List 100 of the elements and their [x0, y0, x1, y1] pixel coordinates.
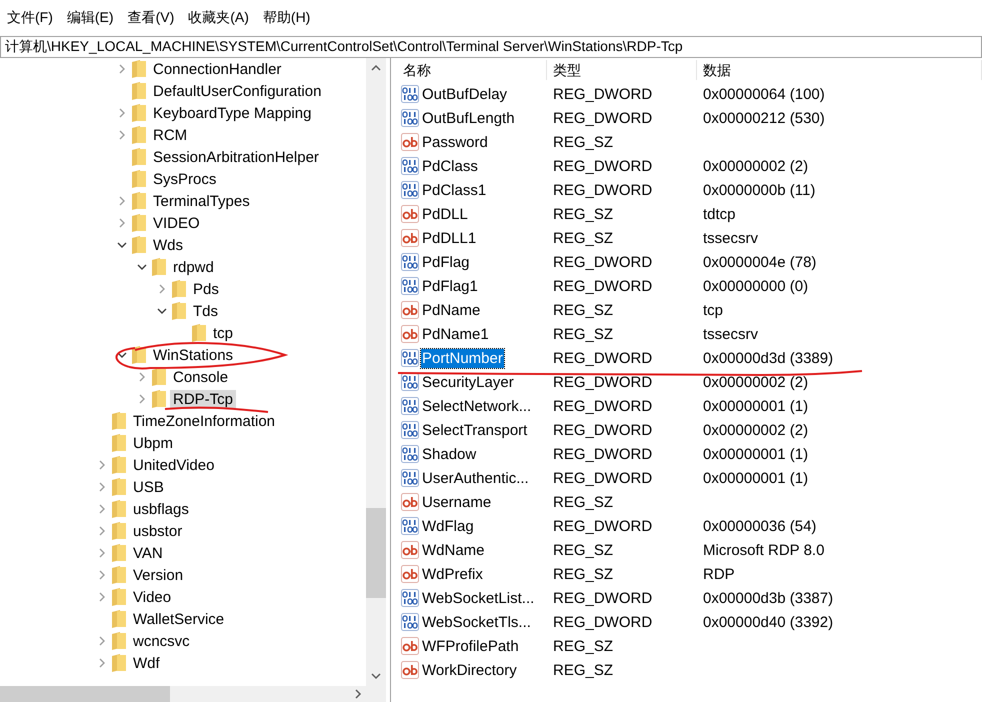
chevron-down-icon[interactable]: [117, 240, 127, 250]
folder-icon: [112, 632, 126, 650]
tree-item[interactable]: Console: [170, 368, 232, 386]
scroll-up-icon[interactable]: [371, 64, 381, 72]
tree-item[interactable]: Wdf: [130, 654, 163, 672]
vertical-scrollbar[interactable]: [366, 58, 386, 686]
tree-item[interactable]: DefaultUserConfiguration: [150, 82, 324, 100]
value-data: 0x0000000b (11): [702, 182, 816, 198]
tree-item[interactable]: USB: [130, 478, 167, 496]
chevron-down-icon[interactable]: [157, 306, 167, 316]
value-name[interactable]: PdFlag1: [421, 276, 479, 296]
tree-item[interactable]: WalletService: [130, 610, 228, 628]
value-name[interactable]: Password: [421, 132, 489, 152]
column-header[interactable]: 数据: [697, 60, 982, 80]
value-data: tssecsrv: [702, 326, 760, 342]
tree-item[interactable]: Tds: [190, 302, 222, 320]
address-field[interactable]: 计算机\HKEY_LOCAL_MACHINE\SYSTEM\CurrentControlSet\Control\Terminal Server\WinStations\RDP-Tcp: [0, 36, 982, 58]
chevron-right-icon[interactable]: [97, 658, 107, 668]
value-name[interactable]: PdDLL1: [421, 228, 478, 248]
value-name[interactable]: Username: [421, 492, 492, 512]
value-name[interactable]: PdFlag: [421, 252, 471, 272]
chevron-right-icon[interactable]: [97, 526, 107, 536]
folder-icon: [132, 192, 146, 210]
tree-item[interactable]: Pds: [190, 280, 222, 298]
tree-item[interactable]: KeyboardType Mapping: [150, 104, 314, 122]
folder-icon: [132, 346, 146, 364]
tree-item[interactable]: Version: [130, 566, 186, 584]
scrollbar-thumb[interactable]: [366, 508, 386, 598]
tree-item[interactable]: SysProcs: [150, 170, 220, 188]
value-name[interactable]: OutBufDelay: [421, 84, 508, 104]
chevron-down-icon[interactable]: [117, 350, 127, 360]
tree-item[interactable]: tcp: [210, 324, 236, 342]
chevron-right-icon[interactable]: [97, 570, 107, 580]
chevron-right-icon[interactable]: [97, 636, 107, 646]
tree-item[interactable]: TimeZoneInformation: [130, 412, 278, 430]
value-name[interactable]: WebSocketTls...: [421, 612, 532, 632]
scroll-right-icon[interactable]: [354, 689, 362, 699]
tree-item[interactable]: VIDEO: [150, 214, 203, 232]
value-name[interactable]: SelectNetwork...: [421, 396, 532, 416]
menu-item[interactable]: 查看(V): [128, 7, 174, 29]
tree-item[interactable]: usbstor: [130, 522, 186, 540]
chevron-right-icon[interactable]: [117, 196, 127, 206]
chevron-right-icon[interactable]: [117, 64, 127, 74]
tree-item[interactable]: usbflags: [130, 500, 192, 518]
value-name[interactable]: PdName1: [421, 324, 490, 344]
folder-icon: [112, 412, 126, 430]
value-name[interactable]: WebSocketList...: [421, 588, 536, 608]
tree-item[interactable]: ConnectionHandler: [150, 60, 284, 78]
chevron-right-icon[interactable]: [137, 372, 147, 382]
value-name[interactable]: PdClass: [421, 156, 479, 176]
scroll-down-icon[interactable]: [371, 672, 381, 680]
value-name[interactable]: PdName: [421, 300, 482, 320]
value-name[interactable]: WdFlag: [421, 516, 475, 536]
value-type: REG_SZ: [552, 542, 614, 558]
horizontal-scrollbar[interactable]: [0, 686, 386, 702]
value-name[interactable]: OutBufLength: [421, 108, 516, 128]
chevron-right-icon[interactable]: [117, 130, 127, 140]
value-type: REG_SZ: [552, 638, 614, 654]
chevron-down-icon[interactable]: [137, 262, 147, 272]
menu-item[interactable]: 收藏夹(A): [188, 7, 249, 29]
menu-item[interactable]: 文件(F): [7, 7, 53, 29]
tree-item[interactable]: wcncsvc: [130, 632, 193, 650]
tree-item[interactable]: TerminalTypes: [150, 192, 253, 210]
tree-item[interactable]: SessionArbitrationHelper: [150, 148, 322, 166]
chevron-right-icon[interactable]: [97, 548, 107, 558]
value-name[interactable]: PdDLL: [421, 204, 469, 224]
tree-item[interactable]: Wds: [150, 236, 186, 254]
value-name[interactable]: WdName: [421, 540, 486, 560]
value-name[interactable]: WFProfilePath: [421, 636, 520, 656]
chevron-right-icon[interactable]: [97, 460, 107, 470]
value-name[interactable]: WdPrefix: [421, 564, 484, 584]
value-name[interactable]: SecurityLayer: [421, 372, 515, 392]
chevron-right-icon[interactable]: [97, 482, 107, 492]
chevron-right-icon[interactable]: [97, 504, 107, 514]
tree-item[interactable]: Video: [130, 588, 174, 606]
chevron-right-icon[interactable]: [157, 284, 167, 294]
value-name[interactable]: SelectTransport: [421, 420, 528, 440]
tree-item[interactable]: UnitedVideo: [130, 456, 218, 474]
menu-item[interactable]: 编辑(E): [66, 7, 114, 29]
column-header[interactable]: 类型: [547, 60, 697, 80]
value-name[interactable]: PdClass1: [421, 180, 488, 200]
value-type: REG_DWORD: [552, 110, 654, 126]
chevron-right-icon[interactable]: [117, 108, 127, 118]
value-name[interactable]: UserAuthentic...: [421, 468, 530, 488]
column-header[interactable]: 名称: [397, 60, 547, 80]
menu-item[interactable]: 帮助(H): [262, 7, 310, 29]
chevron-right-icon[interactable]: [137, 394, 147, 404]
tree-item[interactable]: WinStations: [150, 346, 236, 364]
value-name[interactable]: PortNumber: [421, 348, 504, 368]
tree-item[interactable]: Ubpm: [130, 434, 176, 452]
value-type: REG_DWORD: [552, 470, 654, 486]
scrollbar-thumb[interactable]: [0, 686, 170, 702]
chevron-right-icon[interactable]: [117, 218, 127, 228]
tree-item[interactable]: RCM: [150, 126, 190, 144]
value-name[interactable]: WorkDirectory: [421, 660, 518, 680]
tree-item[interactable]: RDP-Tcp: [170, 390, 236, 408]
tree-item[interactable]: rdpwd: [170, 258, 217, 276]
tree-item[interactable]: VAN: [130, 544, 166, 562]
chevron-right-icon[interactable]: [97, 592, 107, 602]
value-name[interactable]: Shadow: [421, 444, 478, 464]
